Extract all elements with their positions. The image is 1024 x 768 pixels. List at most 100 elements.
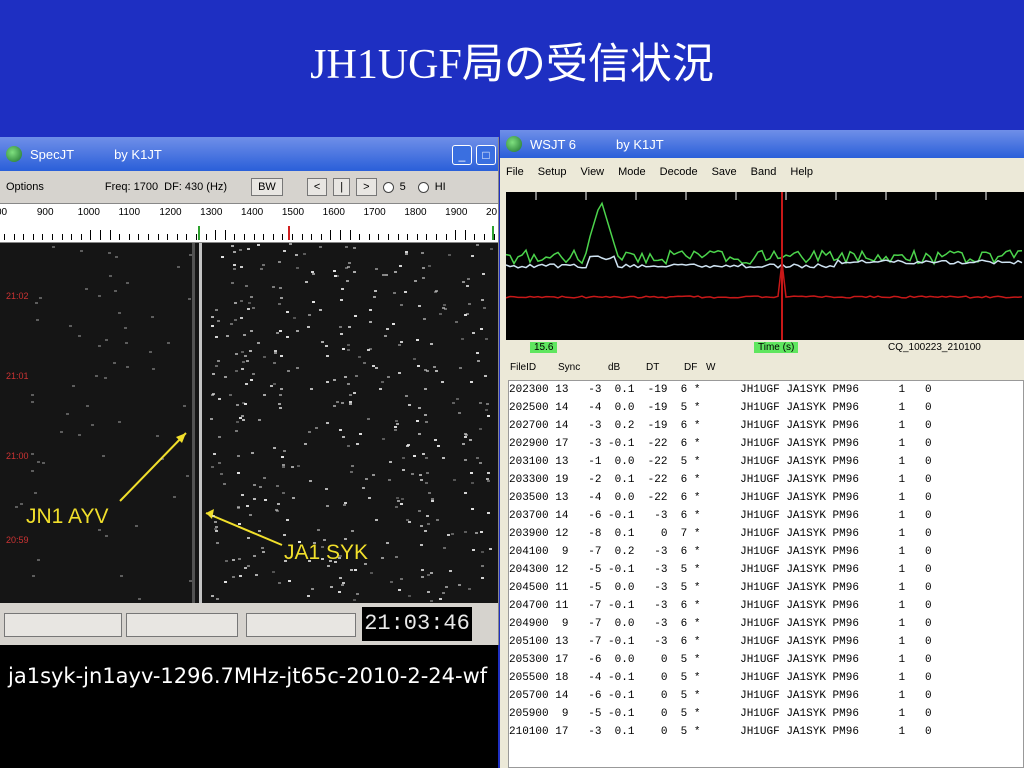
spectrum-plot[interactable]	[506, 192, 1024, 340]
wsjt-titlebar[interactable]: WSJT 6 by K1JT	[500, 130, 1024, 158]
noise-speck	[69, 325, 73, 328]
radio-hi[interactable]: HI	[417, 181, 452, 193]
decode-df: 0	[641, 654, 668, 666]
menu-help[interactable]: Help	[790, 166, 813, 178]
menu-view[interactable]: View	[580, 166, 604, 178]
decode-row[interactable]: 204300 12 -5 -0.1 -3 5 * JH1UGF JA1SYK P…	[509, 561, 1023, 579]
decode-row[interactable]: 204700 11 -7 -0.1 -3 6 * JH1UGF JA1SYK P…	[509, 597, 1023, 615]
decode-col-b: 0	[924, 690, 932, 702]
waterfall-display[interactable]: 21:02 21:01 21:00 20:59 JN1 AYV JA1 SYK	[0, 243, 498, 603]
menu-save[interactable]: Save	[712, 166, 737, 178]
decode-row[interactable]: 204100 9 -7 0.2 -3 6 * JH1UGF JA1SYK PM9…	[509, 543, 1023, 561]
decode-row[interactable]: 202500 14 -4 0.0 -19 5 * JH1UGF JA1SYK P…	[509, 399, 1023, 417]
bw-button[interactable]: BW	[251, 178, 283, 196]
noise-speck	[71, 384, 75, 387]
decode-col-a: 1	[898, 708, 906, 720]
decode-col-b: 0	[924, 474, 932, 486]
next-button[interactable]: >	[356, 178, 377, 196]
noise-speck	[485, 403, 489, 406]
mid-button[interactable]: |	[333, 178, 351, 196]
decode-row[interactable]: 202300 13 -3 0.1 -19 6 * JH1UGF JA1SYK P…	[509, 381, 1023, 399]
noise-speck	[216, 359, 220, 362]
decode-col-b: 0	[924, 384, 932, 396]
decode-row[interactable]: 204900 9 -7 0.0 -3 6 * JH1UGF JA1SYK PM9…	[509, 615, 1023, 633]
decode-sync: 11	[555, 582, 569, 594]
menu-mode[interactable]: Mode	[618, 166, 646, 178]
decode-fileid: 205100	[509, 636, 549, 648]
decode-w: 7	[680, 528, 688, 540]
menu-band[interactable]: Band	[751, 166, 777, 178]
noise-speck	[263, 476, 267, 479]
noise-speck	[309, 388, 313, 391]
decode-row[interactable]: 202900 17 -3 -0.1 -22 6 * JH1UGF JA1SYK …	[509, 435, 1023, 453]
slider-2[interactable]	[126, 613, 238, 637]
noise-speck	[186, 474, 190, 477]
prev-button[interactable]: <	[306, 178, 328, 196]
noise-speck	[117, 421, 121, 424]
scale-tick	[42, 234, 44, 240]
decode-dt: 0.0	[608, 492, 635, 504]
decoded-text-list[interactable]: 202300 13 -3 0.1 -19 6 * JH1UGF JA1SYK P…	[508, 380, 1024, 768]
noise-speck	[356, 593, 360, 596]
noise-speck	[425, 471, 429, 474]
menu-decode[interactable]: Decode	[660, 166, 698, 178]
decode-row[interactable]: 203700 14 -6 -0.1 -3 6 * JH1UGF JA1SYK P…	[509, 507, 1023, 525]
decode-message: JH1UGF JA1SYK PM96	[740, 636, 859, 648]
noise-speck	[291, 465, 295, 468]
noise-speck	[229, 393, 233, 396]
decode-flag: *	[693, 384, 701, 396]
decode-row[interactable]: 202700 14 -3 0.2 -19 6 * JH1UGF JA1SYK P…	[509, 417, 1023, 435]
decode-row[interactable]: 203300 19 -2 0.1 -22 6 * JH1UGF JA1SYK P…	[509, 471, 1023, 489]
scale-tick	[311, 234, 313, 240]
decode-row[interactable]: 210100 17 -3 0.1 0 5 * JH1UGF JA1SYK PM9…	[509, 723, 1023, 741]
scale-label: 1000	[77, 207, 100, 218]
scale-tick	[128, 234, 130, 240]
decode-row[interactable]: 205900 9 -5 -0.1 0 5 * JH1UGF JA1SYK PM9…	[509, 705, 1023, 723]
noise-speck	[372, 474, 376, 477]
noise-speck	[394, 270, 398, 273]
decode-df: -22	[641, 474, 668, 486]
decode-row[interactable]: 203500 13 -4 0.0 -22 6 * JH1UGF JA1SYK P…	[509, 489, 1023, 507]
noise-speck	[373, 290, 377, 293]
decode-row[interactable]: 205500 18 -4 -0.1 0 5 * JH1UGF JA1SYK PM…	[509, 669, 1023, 687]
decode-dt: -0.1	[608, 672, 635, 684]
decode-fileid: 203900	[509, 528, 549, 540]
decode-row[interactable]: 204500 11 -5 0.0 -3 5 * JH1UGF JA1SYK PM…	[509, 579, 1023, 597]
frequency-scale[interactable]: 00 900 1000 1100 1200 1300 1400 1500 1600 1700 180…	[0, 203, 498, 243]
minimize-icon[interactable]: _	[452, 145, 472, 165]
noise-speck	[341, 288, 345, 291]
options-menu[interactable]: Options	[6, 181, 44, 193]
decode-row[interactable]: 205100 13 -7 -0.1 -3 6 * JH1UGF JA1SYK P…	[509, 633, 1023, 651]
noise-speck	[341, 435, 345, 438]
specjt-titlebar[interactable]: SpecJT by K1JT _ □	[0, 137, 498, 171]
noise-speck	[285, 518, 289, 521]
slider-1[interactable]	[4, 613, 122, 637]
decode-row[interactable]: 205700 14 -6 -0.1 0 5 * JH1UGF JA1SYK PM…	[509, 687, 1023, 705]
decode-row[interactable]: 203100 13 -1 0.0 -22 5 * JH1UGF JA1SYK P…	[509, 453, 1023, 471]
decode-sync: 12	[555, 564, 569, 576]
slider-3[interactable]	[246, 613, 356, 637]
noise-speck	[475, 243, 479, 246]
noise-speck	[472, 331, 476, 334]
scale-label: 1800	[404, 207, 427, 218]
radio-5[interactable]: 5	[382, 181, 412, 193]
noise-speck	[428, 492, 432, 495]
noise-speck	[214, 520, 218, 523]
menu-setup[interactable]: Setup	[538, 166, 567, 178]
noise-speck	[282, 491, 286, 494]
decode-row[interactable]: 203900 12 -8 0.1 0 7 * JH1UGF JA1SYK PM9…	[509, 525, 1023, 543]
maximize-icon[interactable]: □	[476, 145, 496, 165]
decode-row[interactable]: 205300 17 -6 0.0 0 5 * JH1UGF JA1SYK PM9…	[509, 651, 1023, 669]
menu-file[interactable]: File	[506, 166, 524, 178]
noise-speck	[239, 248, 243, 251]
noise-speck	[237, 506, 241, 509]
